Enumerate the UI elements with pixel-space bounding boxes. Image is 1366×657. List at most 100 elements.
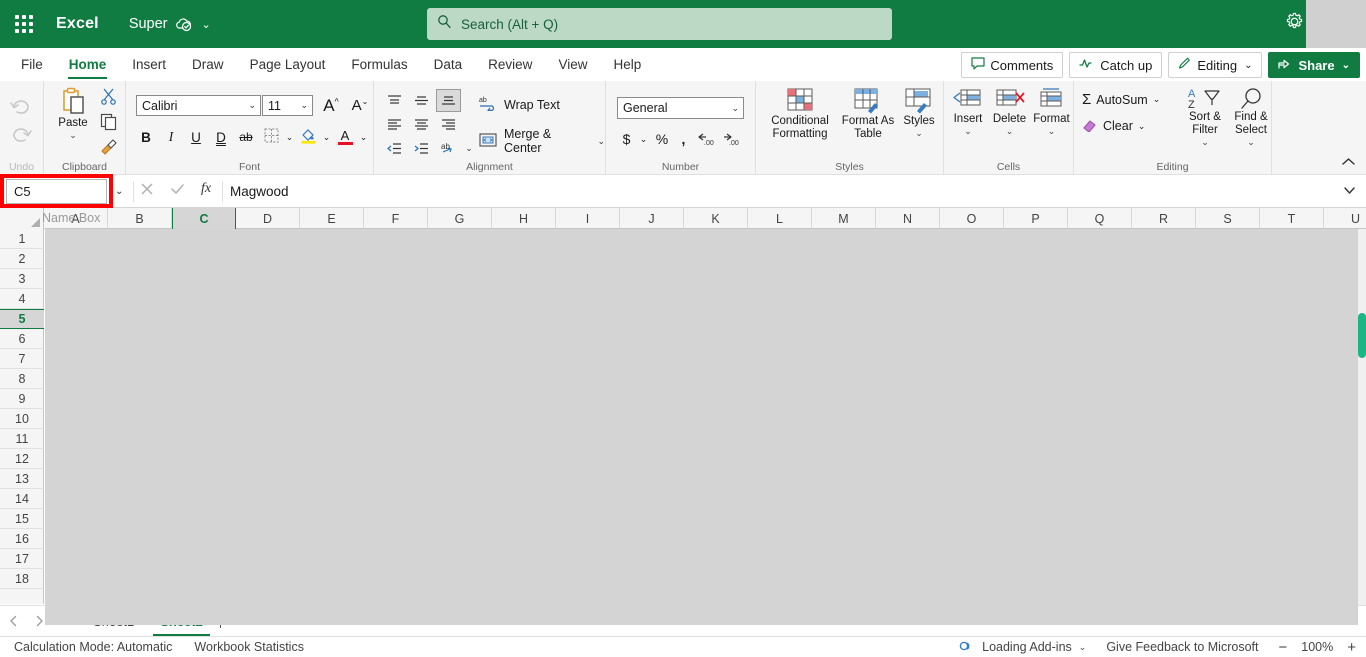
font-color-button[interactable]: A	[333, 125, 357, 149]
font-size-chevron-down-icon[interactable]: ⌄	[300, 100, 308, 111]
font-name-input[interactable]: Calibri ⌄	[136, 95, 261, 116]
tab-help[interactable]: Help	[600, 48, 654, 81]
cut-button[interactable]	[100, 87, 118, 110]
column-header-R[interactable]: R	[1132, 208, 1196, 229]
clear-chevron-down-icon[interactable]: ⌄	[1138, 121, 1146, 132]
column-header-D[interactable]: D	[236, 208, 300, 229]
row-header-2[interactable]: 2	[0, 249, 44, 269]
row-header-9[interactable]: 9	[0, 389, 44, 409]
conditional-formatting-button[interactable]: Conditional Formatting	[762, 87, 838, 141]
column-header-O[interactable]: O	[940, 208, 1004, 229]
cancel-entry-button[interactable]	[140, 182, 154, 196]
sort-filter-chevron-down-icon[interactable]: ⌄	[1201, 137, 1209, 148]
vertical-scrollbar-thumb[interactable]	[1358, 313, 1366, 358]
column-header-S[interactable]: S	[1196, 208, 1260, 229]
format-painter-button[interactable]	[100, 137, 118, 160]
align-left-button[interactable]	[382, 113, 407, 136]
find-select-chevron-down-icon[interactable]: ⌄	[1247, 137, 1255, 148]
format-cells-button[interactable]: Format ⌄	[1031, 87, 1072, 137]
undo-button[interactable]	[10, 95, 32, 121]
editing-mode-button[interactable]: Editing ⌄	[1168, 52, 1263, 78]
number-format-select[interactable]: General ⌄	[617, 97, 744, 119]
formula-bar-expand-button[interactable]	[1343, 186, 1356, 198]
column-header-U[interactable]: U	[1324, 208, 1366, 229]
tab-formulas[interactable]: Formulas	[338, 48, 420, 81]
row-header-7[interactable]: 7	[0, 349, 44, 369]
share-button[interactable]: Share ⌄	[1268, 52, 1360, 78]
row-header-17[interactable]: 17	[0, 549, 44, 569]
zoom-out-button[interactable]: −	[1278, 639, 1287, 656]
zoom-in-button[interactable]: +	[1347, 639, 1356, 656]
tab-file[interactable]: File	[8, 48, 56, 81]
row-header-8[interactable]: 8	[0, 369, 44, 389]
column-header-T[interactable]: T	[1260, 208, 1324, 229]
column-header-I[interactable]: I	[556, 208, 620, 229]
select-all-button[interactable]	[0, 208, 44, 229]
insert-cells-button[interactable]: Insert ⌄	[948, 87, 988, 137]
ribbon-collapse-button[interactable]	[1341, 155, 1356, 170]
autosum-button[interactable]: Σ AutoSum ⌄	[1082, 91, 1160, 108]
merge-center-chevron-down-icon[interactable]: ⌄	[597, 136, 605, 147]
document-menu-chevron-down-icon[interactable]: ⌄	[202, 18, 211, 31]
column-header-G[interactable]: G	[428, 208, 492, 229]
confirm-entry-button[interactable]	[170, 182, 185, 196]
column-header-H[interactable]: H	[492, 208, 556, 229]
settings-button[interactable]	[1282, 12, 1306, 36]
name-box-input[interactable]: C5	[6, 179, 107, 204]
align-center-button[interactable]	[409, 113, 434, 136]
tab-view[interactable]: View	[545, 48, 600, 81]
row-header-1[interactable]: 1	[0, 229, 44, 249]
fill-color-chevron-down-icon[interactable]: ⌄	[321, 125, 332, 149]
strikethrough-button[interactable]: ab	[234, 125, 258, 149]
increase-decimal-button[interactable]: .00	[695, 127, 717, 151]
merge-center-button[interactable]: Merge & Center ⌄	[479, 127, 605, 155]
row-header-5[interactable]: 5	[0, 309, 44, 329]
currency-chevron-down-icon[interactable]: ⌄	[638, 127, 649, 151]
comma-style-button[interactable]: ,	[675, 127, 692, 151]
column-header-Q[interactable]: Q	[1068, 208, 1132, 229]
number-format-chevron-down-icon[interactable]: ⌄	[731, 103, 739, 114]
row-header-4[interactable]: 4	[0, 289, 44, 309]
comments-button[interactable]: Comments	[961, 52, 1064, 78]
feedback-label[interactable]: Give Feedback to Microsoft	[1106, 640, 1258, 654]
sort-filter-button[interactable]: A Z Sort & Filter ⌄	[1180, 87, 1230, 148]
column-header-L[interactable]: L	[748, 208, 812, 229]
row-header-15[interactable]: 15	[0, 509, 44, 529]
column-header-C[interactable]: C	[172, 208, 236, 229]
tab-insert[interactable]: Insert	[119, 48, 179, 81]
orientation-button[interactable]: ab	[436, 137, 461, 160]
shrink-font-button[interactable]: A⌄	[348, 94, 372, 117]
copy-button[interactable]	[100, 113, 118, 136]
align-top-button[interactable]	[382, 89, 407, 112]
decrease-decimal-button[interactable]: .00	[720, 127, 742, 151]
row-header-10[interactable]: 10	[0, 409, 44, 429]
column-header-P[interactable]: P	[1004, 208, 1068, 229]
row-header-11[interactable]: 11	[0, 429, 44, 449]
previous-sheet-button[interactable]	[0, 606, 26, 637]
percent-button[interactable]: %	[652, 127, 672, 151]
tab-home[interactable]: Home	[56, 48, 120, 81]
align-middle-button[interactable]	[409, 89, 434, 112]
double-underline-button[interactable]: D	[209, 125, 233, 149]
orientation-chevron-down-icon[interactable]: ⌄	[463, 137, 475, 160]
row-header-3[interactable]: 3	[0, 269, 44, 289]
formula-input[interactable]: Magwood	[230, 175, 289, 208]
find-select-button[interactable]: Find & Select ⌄	[1226, 87, 1276, 148]
row-header-18[interactable]: 18	[0, 569, 44, 589]
format-cells-chevron-down-icon[interactable]: ⌄	[1048, 126, 1056, 137]
add-ins-chevron-down-icon[interactable]: ⌄	[1079, 642, 1087, 653]
document-name-label[interactable]: Super	[129, 16, 168, 32]
autosum-chevron-down-icon[interactable]: ⌄	[1153, 94, 1161, 105]
font-size-input[interactable]: 11 ⌄	[262, 95, 313, 116]
column-header-N[interactable]: N	[876, 208, 940, 229]
font-color-chevron-down-icon[interactable]: ⌄	[358, 125, 369, 149]
grow-font-button[interactable]: A^	[319, 94, 343, 117]
borders-chevron-down-icon[interactable]: ⌄	[284, 125, 295, 149]
insert-function-button[interactable]: fx	[201, 181, 211, 197]
tab-review[interactable]: Review	[475, 48, 545, 81]
column-header-M[interactable]: M	[812, 208, 876, 229]
row-header-6[interactable]: 6	[0, 329, 44, 349]
app-launcher-button[interactable]	[4, 0, 44, 48]
catch-up-button[interactable]: Catch up	[1069, 52, 1163, 78]
spreadsheet-grid[interactable]	[45, 229, 1358, 625]
